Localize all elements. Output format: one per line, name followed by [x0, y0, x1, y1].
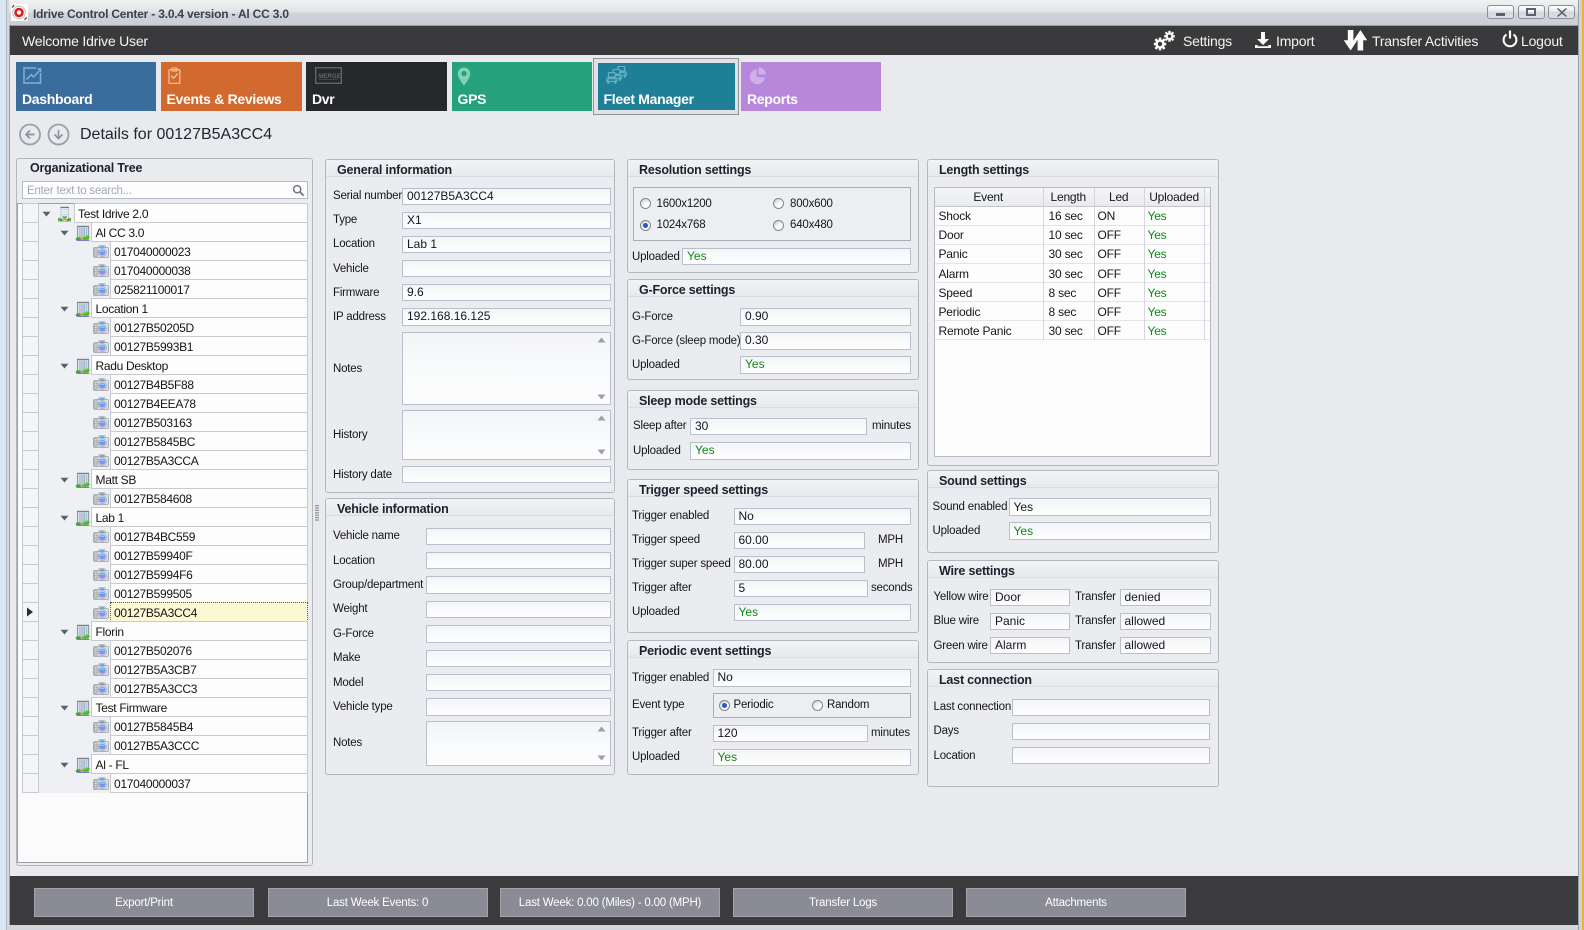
- svg-text:MERGE: MERGE: [318, 74, 341, 80]
